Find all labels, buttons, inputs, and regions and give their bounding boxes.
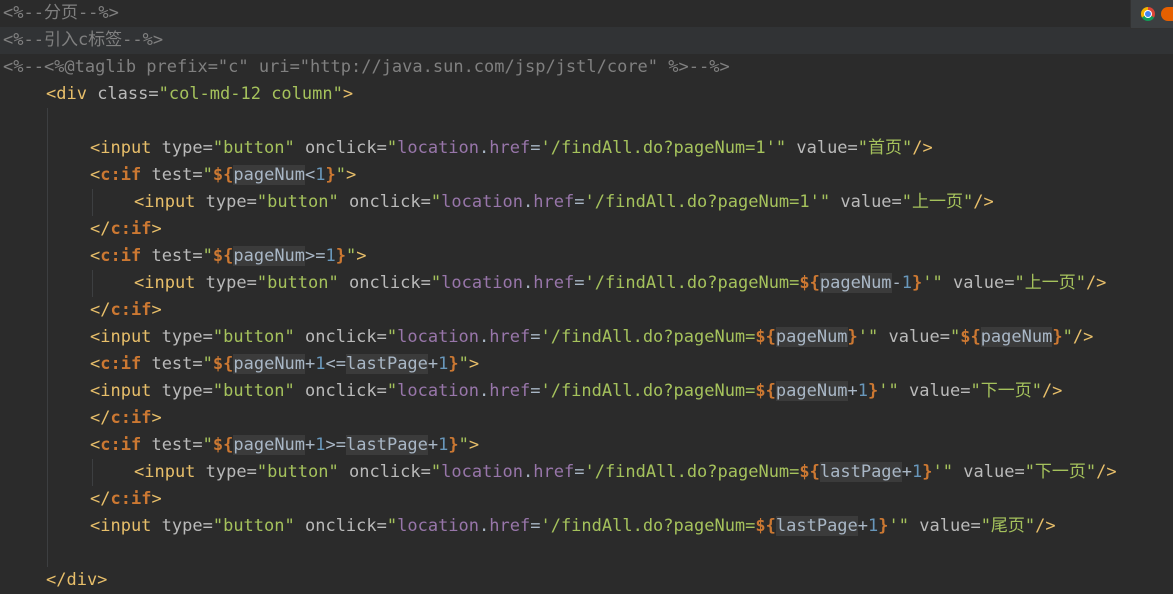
code-line[interactable]: <input type="button" onclick="location.h… (0, 135, 1173, 162)
firefox-icon[interactable] (1161, 7, 1173, 21)
code-line[interactable]: <input type="button" onclick="location.h… (0, 270, 1173, 297)
line-text: </c:if> (90, 219, 162, 239)
code-line[interactable]: </c:if> (0, 405, 1173, 432)
code-line[interactable]: <input type="button" onclick="location.h… (0, 189, 1173, 216)
line-text: <c:if test="${pageNum+1<=lastPage+1}"> (90, 354, 480, 374)
line-text: <input type="button" onclick="location.h… (90, 381, 1063, 401)
line-text: <%--<%@taglib prefix="c" uri="http://jav… (3, 57, 730, 77)
line-text: <c:if test="${pageNum<1}"> (90, 165, 357, 185)
line-text: <input type="button" onclick="location.h… (134, 273, 1107, 293)
line-text: </c:if> (90, 300, 162, 320)
line-text: </div> (46, 570, 108, 590)
code-line[interactable]: <c:if test="${pageNum+1>=lastPage+1}"> (0, 432, 1173, 459)
code-line[interactable]: <input type="button" onclick="location.h… (0, 378, 1173, 405)
code-line[interactable]: <input type="button" onclick="location.h… (0, 459, 1173, 486)
line-text: <div class="col-md-12 column"> (46, 84, 354, 104)
line-text: <input type="button" onclick="location.h… (90, 327, 1094, 347)
code-line[interactable]: </c:if> (0, 216, 1173, 243)
code-line[interactable]: </c:if> (0, 297, 1173, 324)
line-text: <input type="button" onclick="location.h… (90, 138, 933, 158)
code-line[interactable]: <input type="button" onclick="location.h… (0, 324, 1173, 351)
line-text: <%--分页--%> (3, 3, 119, 23)
code-line[interactable]: </div> (0, 567, 1173, 594)
code-line[interactable]: <input type="button" onclick="location.h… (0, 513, 1173, 540)
line-text: </c:if> (90, 489, 162, 509)
line-text: <c:if test="${pageNum+1>=lastPage+1}"> (90, 435, 480, 455)
browser-preview-icons (1130, 0, 1173, 29)
line-text: <c:if test="${pageNum>=1}"> (90, 246, 367, 266)
line-text: <input type="button" onclick="location.h… (134, 462, 1117, 482)
code-line[interactable]: <c:if test="${pageNum+1<=lastPage+1}"> (0, 351, 1173, 378)
code-line[interactable]: <%--分页--%> (0, 0, 1173, 27)
line-text: <input type="button" onclick="location.h… (90, 516, 1056, 536)
code-editor[interactable]: <%--分页--%> <%--引入c标签--%> <%--<%@taglib p… (0, 0, 1173, 594)
code-line[interactable] (0, 108, 1173, 135)
code-line[interactable]: <%--引入c标签--%> (0, 27, 1173, 54)
code-line[interactable] (0, 540, 1173, 567)
line-text: </c:if> (90, 408, 162, 428)
code-line[interactable]: <c:if test="${pageNum<1}"> (0, 162, 1173, 189)
code-line[interactable]: <%--<%@taglib prefix="c" uri="http://jav… (0, 54, 1173, 81)
code-line[interactable]: </c:if> (0, 486, 1173, 513)
code-line[interactable]: <div class="col-md-12 column"> (0, 81, 1173, 108)
line-text: <input type="button" onclick="location.h… (134, 192, 994, 212)
chrome-icon[interactable] (1141, 7, 1155, 21)
line-text: <%--引入c标签--%> (3, 30, 164, 50)
code-line[interactable]: <c:if test="${pageNum>=1}"> (0, 243, 1173, 270)
